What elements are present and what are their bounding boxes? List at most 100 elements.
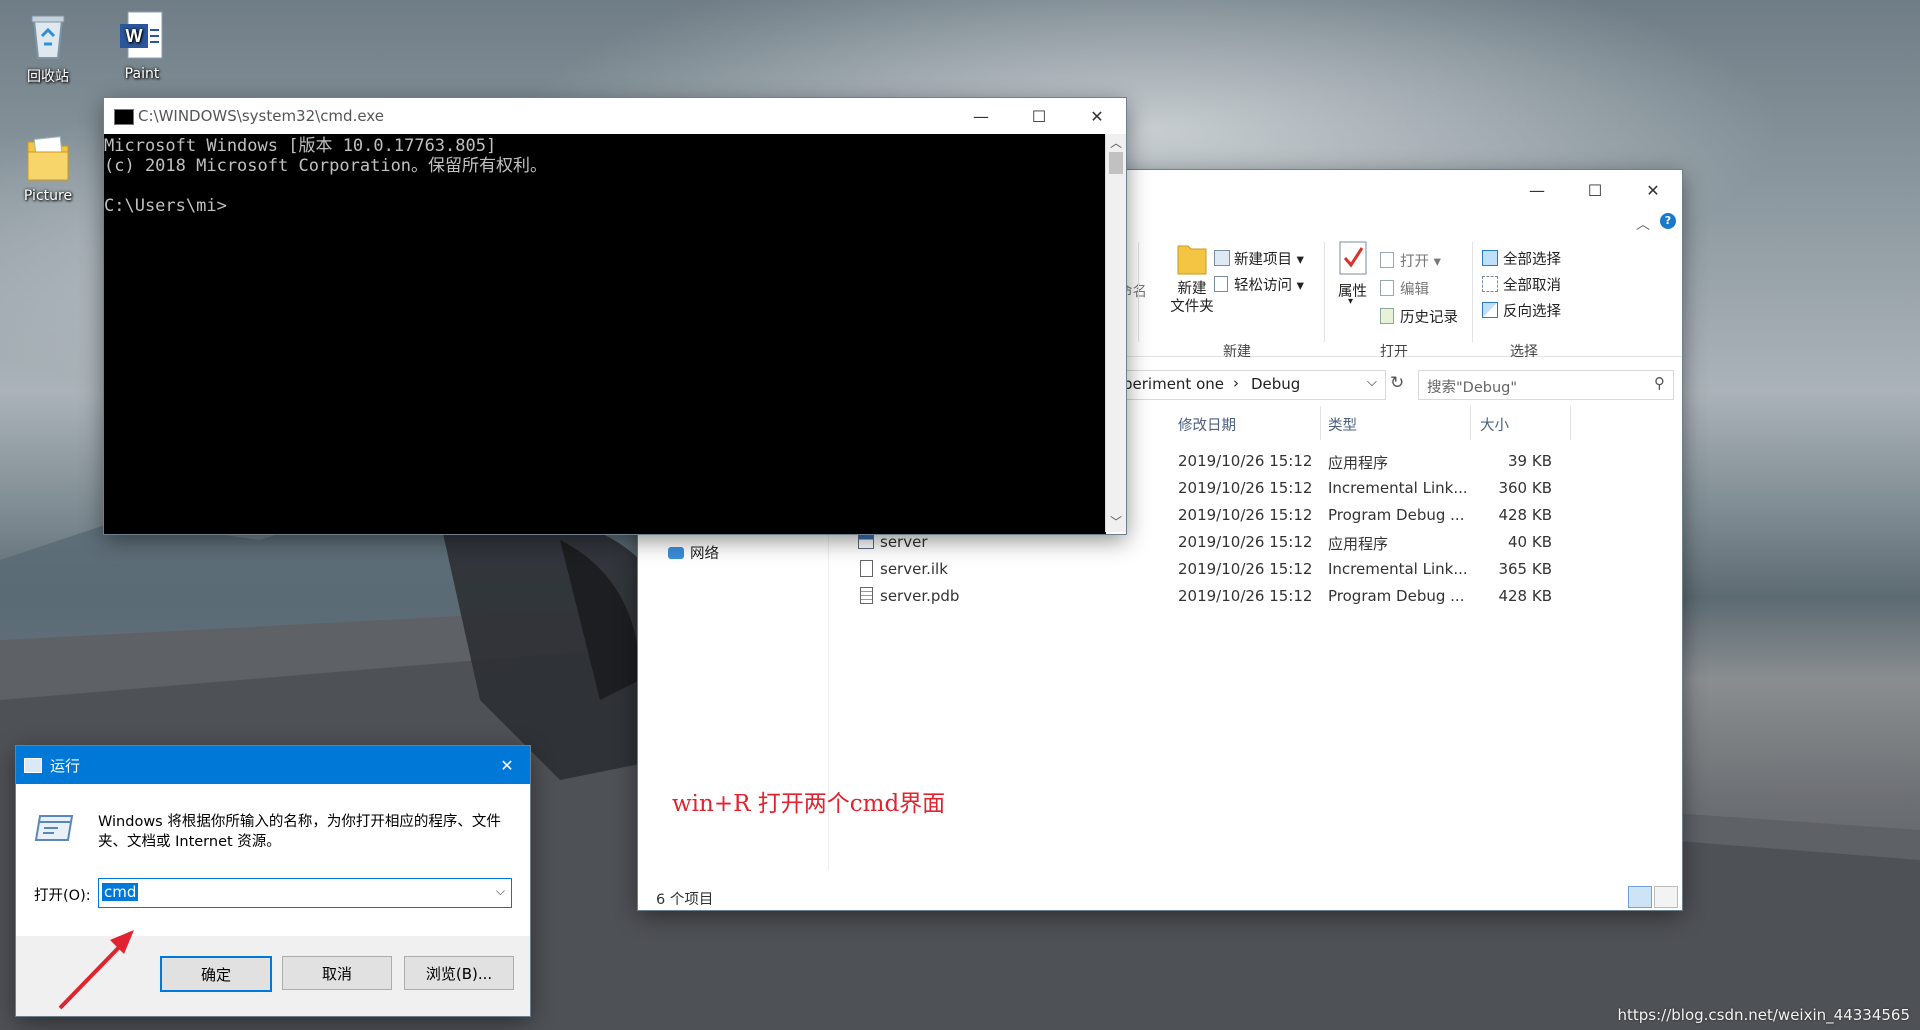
file-type: 应用程序 bbox=[1328, 454, 1389, 472]
nav-item-network[interactable]: 网络 bbox=[668, 542, 719, 563]
column-header-type[interactable]: 类型 bbox=[1328, 414, 1357, 435]
details-view-icon[interactable] bbox=[1628, 886, 1652, 908]
desktop-icon-label: Paint bbox=[124, 66, 160, 82]
column-header-size[interactable]: 大小 bbox=[1480, 414, 1509, 435]
breadcrumb-part[interactable]: periment one bbox=[1123, 375, 1224, 393]
maximize-button[interactable]: ☐ bbox=[1010, 98, 1068, 134]
file-type: Program Debug ... bbox=[1328, 587, 1465, 605]
run-description: Windows 将根据你所输入的名称，为你打开相应的程序、文件夹、文档或 Int… bbox=[98, 814, 501, 850]
run-command-input[interactable]: cmd ⌵ bbox=[98, 878, 512, 908]
file-size: 428 KB bbox=[1498, 506, 1552, 524]
file-type: 应用程序 bbox=[1328, 535, 1389, 553]
ok-button[interactable]: 确定 bbox=[160, 956, 272, 992]
file-date: 2019/10/26 15:12 bbox=[1178, 506, 1313, 524]
properties-icon bbox=[1339, 241, 1367, 275]
select-none-button[interactable]: 全部取消 bbox=[1482, 274, 1561, 295]
easy-access-label: 轻松访问 bbox=[1234, 278, 1292, 294]
invert-selection-label: 反向选择 bbox=[1503, 304, 1561, 320]
open-button[interactable]: 打开 ▾ bbox=[1380, 250, 1441, 271]
ribbon-collapse-icon[interactable]: ︿ bbox=[1636, 214, 1650, 234]
history-icon bbox=[1380, 308, 1394, 324]
file-size: 360 KB bbox=[1498, 479, 1552, 497]
status-bar: 6 个项目 bbox=[638, 882, 1682, 910]
desktop-icon-recycle-bin[interactable]: 回收站 bbox=[10, 10, 86, 86]
refresh-icon[interactable]: ↻ bbox=[1390, 373, 1404, 393]
file-date: 2019/10/26 15:12 bbox=[1178, 452, 1313, 470]
console-output[interactable]: Microsoft Windows [版本 10.0.17763.805] (c… bbox=[104, 134, 1106, 534]
new-item-button[interactable]: 新建项目 ▾ bbox=[1214, 248, 1304, 269]
recycle-bin-icon bbox=[24, 10, 72, 62]
select-all-button[interactable]: 全部选择 bbox=[1482, 248, 1561, 269]
file-size: 428 KB bbox=[1498, 587, 1552, 605]
edit-label: 编辑 bbox=[1400, 282, 1429, 298]
close-button[interactable]: ✕ bbox=[1624, 170, 1682, 210]
file-row[interactable]: server.ilk 2019/10/26 15:12 Incremental … bbox=[838, 556, 1698, 583]
edit-icon bbox=[1380, 280, 1394, 296]
cmd-titlebar[interactable]: C:\WINDOWS\system32\cmd.exe — ☐ ✕ bbox=[104, 98, 1126, 134]
desktop-icon-label: Picture bbox=[23, 188, 73, 204]
minimize-button[interactable]: — bbox=[952, 98, 1010, 134]
new-folder-icon bbox=[1177, 245, 1207, 275]
search-placeholder: 搜索"Debug" bbox=[1427, 380, 1518, 396]
file-date: 2019/10/26 15:12 bbox=[1178, 533, 1313, 551]
maximize-button[interactable]: ☐ bbox=[1566, 170, 1624, 210]
scroll-up-icon[interactable]: ︿ bbox=[1106, 134, 1126, 152]
file-type: Program Debug ... bbox=[1328, 506, 1465, 524]
file-row[interactable]: server.pdb 2019/10/26 15:12 Program Debu… bbox=[838, 583, 1698, 610]
annotation-arrow bbox=[58, 930, 134, 1010]
console-line: Microsoft Windows [版本 10.0.17763.805] bbox=[104, 136, 497, 156]
invert-selection-button[interactable]: 反向选择 bbox=[1482, 300, 1561, 321]
desktop-icon-paint[interactable]: W Paint bbox=[104, 10, 180, 82]
chevron-down-icon[interactable]: ⌵ bbox=[496, 884, 505, 899]
invert-selection-icon bbox=[1482, 302, 1498, 318]
column-header-date[interactable]: 修改日期 bbox=[1178, 414, 1236, 435]
history-button[interactable]: 历史记录 bbox=[1380, 306, 1458, 327]
nav-pane: 网络 bbox=[638, 530, 829, 870]
file-size: 40 KB bbox=[1508, 533, 1552, 551]
desktop-icon-picture[interactable]: Picture bbox=[10, 132, 86, 204]
close-button[interactable]: ✕ bbox=[484, 746, 530, 784]
file-date: 2019/10/26 15:12 bbox=[1178, 587, 1313, 605]
large-icons-view-icon[interactable] bbox=[1654, 886, 1678, 908]
open-label: 打开(O): bbox=[34, 888, 91, 904]
properties-dropdown-icon: ▾ bbox=[1348, 296, 1354, 307]
new-item-icon bbox=[1214, 250, 1230, 266]
address-dropdown-icon[interactable]: ⌵ bbox=[1367, 375, 1377, 390]
help-icon[interactable]: ? bbox=[1660, 213, 1676, 229]
run-titlebar[interactable]: 运行 ✕ bbox=[16, 746, 530, 784]
run-app-icon bbox=[24, 758, 42, 773]
vertical-scrollbar[interactable]: ︿ ﹀ bbox=[1105, 134, 1126, 532]
window-title: 运行 bbox=[50, 757, 81, 775]
word-doc-icon: W bbox=[118, 10, 166, 62]
easy-access-button[interactable]: 轻松访问 ▾ bbox=[1214, 274, 1304, 295]
search-box[interactable]: 搜索"Debug" ⚲ bbox=[1418, 370, 1674, 400]
cmd-window: C:\WINDOWS\system32\cmd.exe — ☐ ✕ Micros… bbox=[104, 98, 1126, 534]
select-none-label: 全部取消 bbox=[1503, 278, 1561, 294]
breadcrumb-separator-icon[interactable]: › bbox=[1233, 374, 1239, 392]
scroll-thumb[interactable] bbox=[1109, 152, 1123, 174]
browse-button[interactable]: 浏览(B)... bbox=[404, 956, 514, 990]
minimize-button[interactable]: — bbox=[1508, 170, 1566, 210]
edit-button[interactable]: 编辑 bbox=[1380, 278, 1429, 299]
close-button[interactable]: ✕ bbox=[1068, 98, 1126, 134]
select-none-icon bbox=[1482, 276, 1498, 292]
cancel-button[interactable]: 取消 bbox=[282, 956, 392, 990]
watermark: https://blog.csdn.net/weixin_44334565 bbox=[1617, 1006, 1910, 1024]
network-icon bbox=[668, 547, 684, 559]
scroll-down-icon[interactable]: ﹀ bbox=[1106, 513, 1126, 530]
pdb-file-icon bbox=[860, 587, 873, 604]
run-icon bbox=[34, 812, 74, 848]
select-all-icon bbox=[1482, 250, 1498, 266]
open-icon bbox=[1380, 252, 1394, 268]
folder-icon bbox=[24, 132, 72, 184]
annotation-text: win+R 打开两个cmd界面 bbox=[672, 791, 946, 817]
history-label: 历史记录 bbox=[1400, 310, 1458, 326]
breadcrumb-current[interactable]: Debug bbox=[1251, 375, 1300, 393]
easy-access-icon bbox=[1214, 276, 1228, 292]
search-icon: ⚲ bbox=[1654, 374, 1665, 392]
cmd-app-icon bbox=[114, 109, 134, 125]
ilk-file-icon bbox=[860, 560, 873, 577]
file-name: server.ilk bbox=[880, 560, 948, 578]
select-all-label: 全部选择 bbox=[1503, 252, 1561, 268]
